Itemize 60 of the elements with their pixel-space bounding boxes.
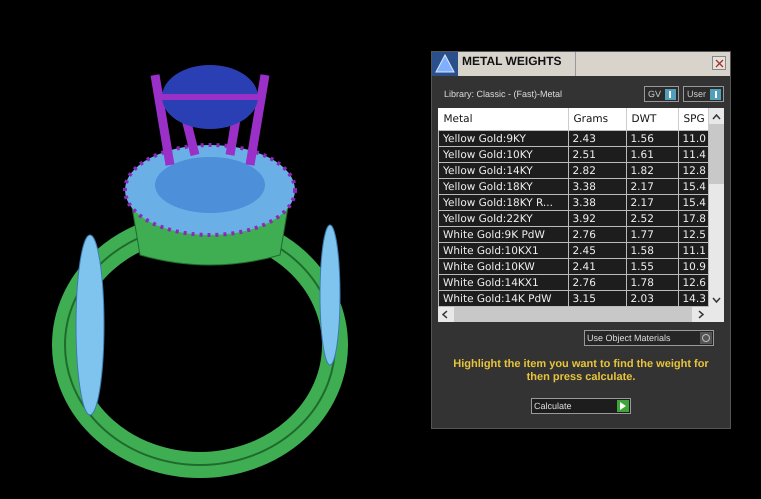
table-cell[interactable]: 1.55 [626, 258, 678, 274]
table-cell[interactable]: White Gold:10KW [438, 258, 568, 274]
table-cell[interactable]: 2.45 [568, 242, 626, 258]
table-cell[interactable]: 2.41 [568, 258, 626, 274]
table-cell[interactable]: 1.58 [626, 242, 678, 258]
table-cell[interactable]: 3.38 [568, 194, 626, 210]
table-cell[interactable]: Yellow Gold:9KY [438, 130, 568, 146]
table-cell[interactable]: 11.1 [678, 242, 708, 258]
table-cell[interactable]: 2.43 [568, 130, 626, 146]
column-header[interactable]: SPG [678, 108, 708, 130]
table-cell[interactable]: Yellow Gold:18KY [438, 178, 568, 194]
table-cell[interactable]: 15.4 [678, 178, 708, 194]
close-icon [714, 58, 724, 68]
instruction-text: Highlight the item you want to find the weight for then press calculate. [452, 358, 710, 384]
table-cell[interactable]: 2.03 [626, 290, 678, 306]
table-cell[interactable]: 12.8 [678, 162, 708, 178]
column-header[interactable]: Grams [568, 108, 626, 130]
table-cell[interactable]: 3.92 [568, 210, 626, 226]
table-cell[interactable]: 15.4 [678, 194, 708, 210]
horizontal-scrollbar[interactable] [438, 307, 724, 322]
table-cell[interactable]: White Gold:10KX1 [438, 242, 568, 258]
table-cell[interactable]: 2.51 [568, 146, 626, 162]
table-cell[interactable]: 2.17 [626, 178, 678, 194]
table-cell[interactable]: Yellow Gold:22KY [438, 210, 568, 226]
table-cell[interactable]: 1.56 [626, 130, 678, 146]
table-cell[interactable]: 11.4 [678, 146, 708, 162]
table-cell[interactable]: 12.6 [678, 274, 708, 290]
table-cell[interactable]: 2.76 [568, 226, 626, 242]
table-cell[interactable]: 3.15 [568, 290, 626, 306]
table-cell[interactable]: 2.17 [626, 194, 678, 210]
toggle-switch[interactable]: GV [644, 86, 679, 102]
window-title: METAL WEIGHTS [458, 52, 576, 76]
library-label: Library: Classic - (Fast)-Metal [444, 89, 562, 99]
table-cell[interactable]: 1.78 [626, 274, 678, 290]
table-cell[interactable]: Yellow Gold:14KY [438, 162, 568, 178]
table-cell[interactable]: White Gold:14K PdW [438, 290, 568, 306]
close-button[interactable] [712, 56, 726, 70]
table-cell[interactable]: 1.82 [626, 162, 678, 178]
use-object-materials-toggle[interactable]: Use Object Materials [584, 330, 714, 346]
table-cell[interactable]: 17.8 [678, 210, 708, 226]
toggle-switch[interactable]: User [682, 86, 724, 102]
column-header[interactable]: Metal [438, 108, 568, 130]
play-icon [620, 402, 626, 410]
calculate-button[interactable]: Calculate [531, 398, 631, 414]
vertical-scrollbar[interactable] [709, 108, 724, 307]
table-cell[interactable]: Yellow Gold:10KY [438, 146, 568, 162]
table-cell[interactable]: 1.77 [626, 226, 678, 242]
table-cell[interactable]: 2.82 [568, 162, 626, 178]
table-cell[interactable]: 12.5 [678, 226, 708, 242]
column-header[interactable]: DWT [626, 108, 678, 130]
table-cell[interactable]: 10.9 [678, 258, 708, 274]
table-cell[interactable]: 1.61 [626, 146, 678, 162]
table-cell[interactable]: White Gold:14KX1 [438, 274, 568, 290]
table-cell[interactable]: 3.38 [568, 178, 626, 194]
table-cell[interactable]: 14.3 [678, 290, 708, 306]
table-cell[interactable]: 2.52 [626, 210, 678, 226]
table-cell[interactable]: White Gold:9K PdW [438, 226, 568, 242]
table-cell[interactable]: 11.0 [678, 130, 708, 146]
table-cell[interactable]: 2.76 [568, 274, 626, 290]
table-cell[interactable]: Yellow Gold:18KY R... [438, 194, 568, 210]
